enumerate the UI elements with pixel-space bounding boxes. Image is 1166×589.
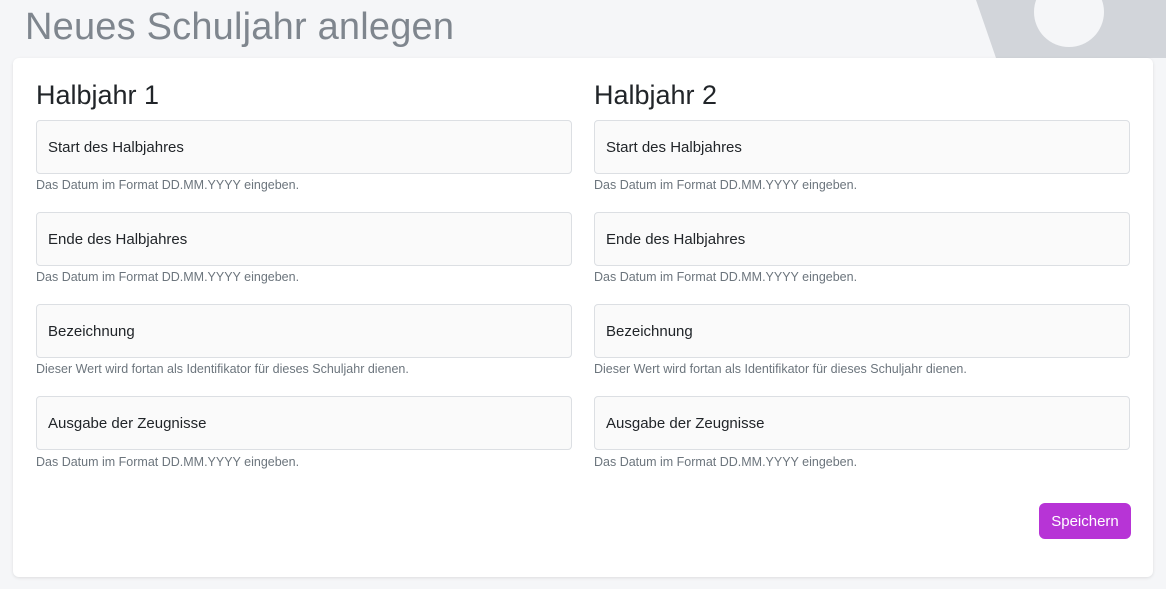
field-placeholder: Bezeichnung: [48, 322, 135, 340]
halbjahr-2-end-help: Das Datum im Format DD.MM.YYYY eingeben.: [594, 270, 858, 284]
halbjahr-2-end-input[interactable]: Ende des Halbjahres: [594, 212, 1130, 266]
halbjahr-1-zeugnisse-input[interactable]: Ausgabe der Zeugnisse: [36, 396, 572, 450]
field-placeholder: Start des Halbjahres: [48, 138, 184, 156]
halbjahr-1-name-help: Dieser Wert wird fortan als Identifikato…: [36, 362, 409, 376]
field-placeholder: Ende des Halbjahres: [48, 230, 188, 248]
halbjahr-2-name-input[interactable]: Bezeichnung: [594, 304, 1130, 358]
halbjahr-1-end-help: Das Datum im Format DD.MM.YYYY eingeben.: [36, 270, 300, 284]
halbjahr-2-start-input[interactable]: Start des Halbjahres: [594, 120, 1130, 174]
halbjahr-1-start-help: Das Datum im Format DD.MM.YYYY eingeben.: [36, 178, 300, 192]
halbjahr-2-name-help: Dieser Wert wird fortan als Identifikato…: [594, 362, 967, 376]
halbjahr-2-title: Halbjahr 2: [594, 80, 718, 110]
halbjahr-1-start-input[interactable]: Start des Halbjahres: [36, 120, 572, 174]
field-placeholder: Ausgabe der Zeugnisse: [48, 414, 207, 432]
field-placeholder: Ausgabe der Zeugnisse: [606, 414, 765, 432]
halbjahr-2-zeugnisse-help: Das Datum im Format DD.MM.YYYY eingeben.: [594, 455, 858, 469]
halbjahr-1-title: Halbjahr 1: [36, 80, 160, 110]
form-card: Halbjahr 1 Start des Halbjahres Das Datu…: [13, 58, 1153, 577]
halbjahr-2-start-help: Das Datum im Format DD.MM.YYYY eingeben.: [594, 178, 858, 192]
save-button[interactable]: Speichern: [1039, 503, 1131, 539]
halbjahr-1-zeugnisse-help: Das Datum im Format DD.MM.YYYY eingeben.: [36, 455, 300, 469]
field-placeholder: Ende des Halbjahres: [606, 230, 746, 248]
halbjahr-2-zeugnisse-input[interactable]: Ausgabe der Zeugnisse: [594, 396, 1130, 450]
halbjahr-1-name-input[interactable]: Bezeichnung: [36, 304, 572, 358]
halbjahr-1-end-input[interactable]: Ende des Halbjahres: [36, 212, 572, 266]
field-placeholder: Start des Halbjahres: [606, 138, 742, 156]
field-placeholder: Bezeichnung: [606, 322, 693, 340]
page-title: Neues Schuljahr anlegen: [25, 6, 455, 48]
